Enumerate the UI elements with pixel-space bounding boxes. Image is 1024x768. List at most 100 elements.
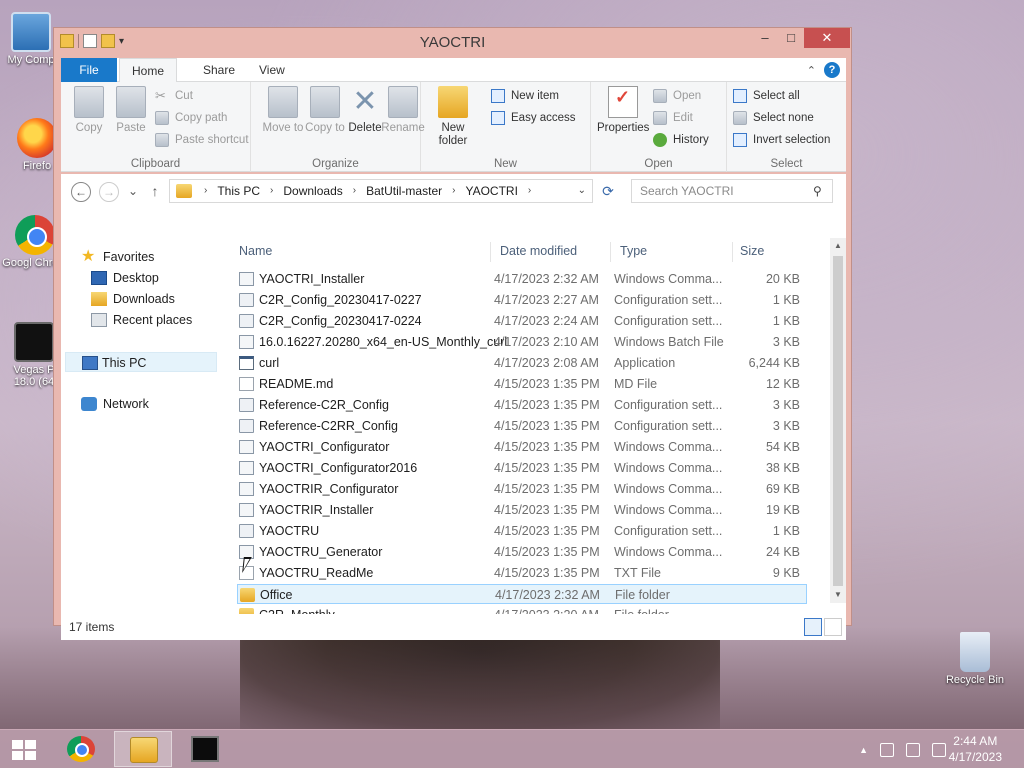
details-view-icon[interactable]: [804, 618, 822, 636]
file-row[interactable]: C2R_Config_20230417-0227 4/17/2023 2:27 A…: [237, 290, 807, 310]
paste-label: Paste: [116, 122, 146, 134]
file-row[interactable]: YAOCTRU 4/15/2023 1:35 PM Configuration se…: [237, 521, 807, 541]
chevron-right-icon[interactable]: ›: [446, 180, 461, 202]
nav-downloads[interactable]: Downloads: [91, 289, 175, 309]
network-status-icon[interactable]: [906, 742, 920, 757]
column-type[interactable]: Type: [620, 238, 647, 264]
close-button[interactable]: ✕: [804, 28, 850, 48]
show-hidden-icons-icon[interactable]: ▲: [859, 745, 868, 755]
new-folder-button[interactable]: New folder: [431, 86, 475, 148]
file-row[interactable]: YAOCTRU_ReadMe 4/15/2023 1:35 PM TXT File 9…: [237, 563, 807, 583]
collapse-ribbon-icon[interactable]: ⌃: [807, 64, 816, 77]
back-button[interactable]: ←: [71, 182, 91, 202]
invert-selection-button[interactable]: Invert selection: [733, 130, 830, 150]
cut-button[interactable]: ✂ Cut: [155, 86, 193, 106]
search-icon[interactable]: ⚲: [813, 184, 822, 198]
file-row[interactable]: README.md 4/15/2023 1:35 PM MD File 12 KB: [237, 374, 807, 394]
file-icon: [239, 356, 254, 370]
large-icons-view-icon[interactable]: [824, 618, 842, 636]
title-bar[interactable]: ▾ YAOCTRI – □ ✕: [54, 28, 851, 57]
breadcrumb-yaoctri[interactable]: YAOCTRI: [461, 180, 521, 202]
history-button[interactable]: History: [653, 130, 709, 150]
paste-shortcut-button[interactable]: Paste shortcut: [155, 130, 249, 150]
column-name[interactable]: Name: [239, 238, 272, 264]
file-row[interactable]: Office 4/17/2023 2:32 AM File folder: [237, 584, 807, 604]
chevron-right-icon[interactable]: ›: [347, 180, 362, 202]
file-icon: [239, 398, 254, 412]
properties-button[interactable]: Properties: [597, 86, 649, 135]
file-row[interactable]: Reference-C2RR_Config 4/15/2023 1:35 PM Co…: [237, 416, 807, 436]
nav-recent-places[interactable]: Recent places: [91, 310, 192, 330]
copy-path-button[interactable]: Copy path: [155, 108, 227, 128]
file-date: 4/15/2023 1:35 PM: [494, 461, 600, 475]
tab-view[interactable]: View: [247, 58, 297, 82]
chevron-right-icon[interactable]: ›: [522, 180, 537, 202]
breadcrumb-batutil-master[interactable]: BatUtil-master: [362, 180, 446, 202]
column-divider[interactable]: [732, 242, 733, 262]
nav-favorites[interactable]: ★ Favorites: [81, 247, 154, 267]
chevron-right-icon: ›: [204, 185, 208, 196]
file-row[interactable]: YAOCTRI_Installer 4/17/2023 2:32 AM Window…: [237, 269, 807, 289]
file-icon: [239, 503, 254, 517]
help-icon[interactable]: ?: [824, 62, 840, 78]
recent-locations-button[interactable]: ⌄: [123, 182, 143, 202]
up-button[interactable]: ↑: [145, 182, 165, 202]
breadcrumb-this-pc[interactable]: This PC: [213, 180, 264, 202]
file-row[interactable]: C2R_Config_20230417-0224 4/17/2023 2:24 A…: [237, 311, 807, 331]
volume-muted-icon[interactable]: [932, 742, 946, 757]
tab-file[interactable]: File: [61, 58, 117, 82]
file-row[interactable]: YAOCTRIR_Configurator 4/15/2023 1:35 PM Wi…: [237, 479, 807, 499]
paste-button[interactable]: Paste: [109, 86, 153, 135]
vertical-scrollbar[interactable]: ▲ ▼: [830, 238, 846, 603]
move-to-button[interactable]: Move to: [261, 86, 305, 135]
copy-to-button[interactable]: Copy to: [303, 86, 347, 135]
scroll-down-icon[interactable]: ▼: [830, 587, 846, 603]
search-input[interactable]: Search YAOCTRI: [631, 179, 833, 203]
start-button[interactable]: [0, 731, 48, 767]
easy-access-button[interactable]: Easy access: [491, 108, 576, 128]
file-row[interactable]: YAOCTRI_Configurator 4/15/2023 1:35 PM Win…: [237, 437, 807, 457]
clock[interactable]: 2:44 AM 4/17/2023: [949, 733, 1002, 765]
select-none-button[interactable]: Select none: [733, 108, 814, 128]
chevron-down-icon[interactable]: ⌄: [578, 180, 586, 202]
copy-button[interactable]: Copy: [67, 86, 111, 135]
file-row[interactable]: YAOCTRIR_Installer 4/15/2023 1:35 PM Windo…: [237, 500, 807, 520]
taskbar-app-vegas[interactable]: [176, 731, 234, 767]
desktop-icon-recycle-bin[interactable]: Recycle Bin: [940, 632, 1010, 686]
column-size[interactable]: Size: [740, 238, 764, 264]
file-row[interactable]: YAOCTRU_Generator 4/15/2023 1:35 PM Window…: [237, 542, 807, 562]
minimize-button[interactable]: –: [752, 28, 778, 48]
action-center-icon[interactable]: [880, 742, 894, 757]
open-button[interactable]: Open: [653, 86, 701, 106]
group-label: Select: [770, 158, 803, 170]
taskbar-app-chrome[interactable]: [52, 731, 110, 767]
maximize-button[interactable]: □: [778, 28, 804, 48]
tab-share[interactable]: Share: [191, 58, 247, 82]
file-type: Windows Comma...: [614, 503, 723, 517]
taskbar-app-file-explorer[interactable]: [114, 731, 172, 767]
column-date-modified[interactable]: Date modified: [500, 238, 577, 264]
breadcrumb-downloads[interactable]: Downloads: [279, 180, 346, 202]
file-row[interactable]: YAOCTRI_Configurator2016 4/15/2023 1:35 P…: [237, 458, 807, 478]
select-all-button[interactable]: Select all: [733, 86, 800, 106]
file-row[interactable]: 16.0.16227.20280_x64_en-US_Monthly_curl 4…: [237, 332, 807, 352]
rename-button[interactable]: Rename: [381, 86, 425, 135]
column-divider[interactable]: [610, 242, 611, 262]
forward-button[interactable]: →: [99, 182, 119, 202]
file-icon: [239, 335, 254, 349]
address-bar[interactable]: › This PC › Downloads › BatUtil-master ›…: [169, 179, 593, 203]
nav-this-pc[interactable]: This PC: [65, 352, 217, 372]
column-divider[interactable]: [490, 242, 491, 262]
scroll-up-icon[interactable]: ▲: [830, 238, 846, 254]
file-row[interactable]: curl 4/17/2023 2:08 AM Application 6,244 KB: [237, 353, 807, 373]
nav-desktop[interactable]: Desktop: [91, 268, 159, 288]
chevron-right-icon[interactable]: ›: [264, 180, 279, 202]
scrollbar-thumb[interactable]: [833, 256, 843, 586]
new-item-button[interactable]: New item: [491, 86, 559, 106]
refresh-icon[interactable]: ⟳: [597, 179, 619, 203]
file-row[interactable]: Reference-C2R_Config 4/15/2023 1:35 PM Con…: [237, 395, 807, 415]
open-label: Open: [673, 90, 702, 102]
tab-home[interactable]: Home: [119, 58, 178, 83]
nav-network[interactable]: Network: [81, 394, 149, 414]
edit-button[interactable]: Edit: [653, 108, 693, 128]
